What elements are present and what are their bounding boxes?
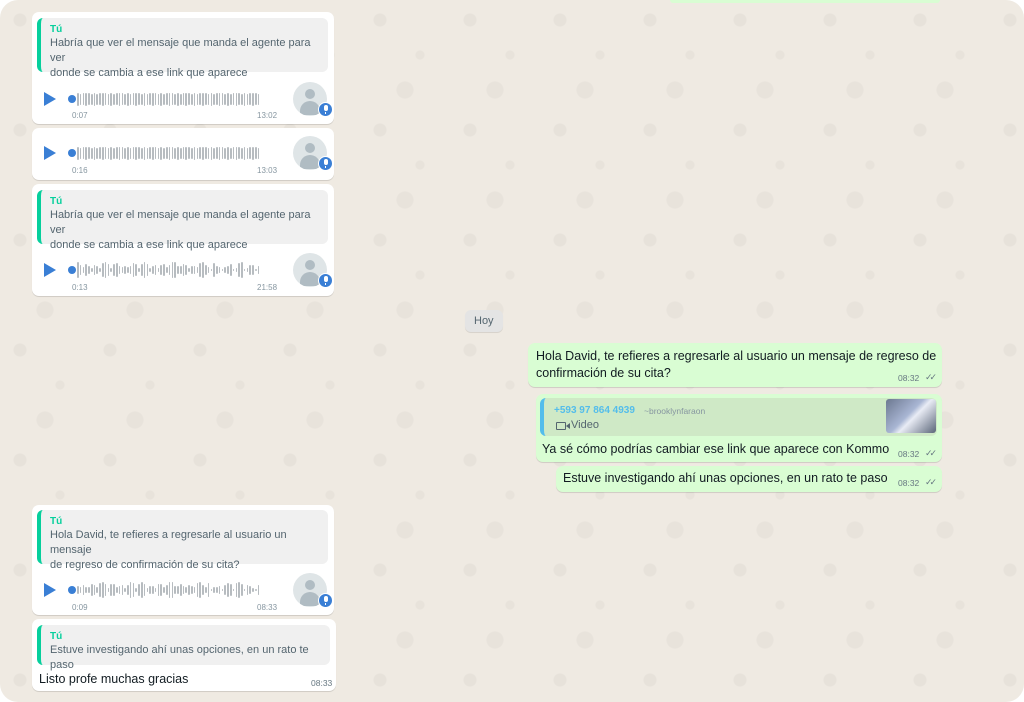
mic-icon xyxy=(318,156,333,171)
message-text: Listo profe muchas gracias xyxy=(39,672,189,686)
message-time: 08:32 xyxy=(898,449,920,459)
quote-author: Tú xyxy=(50,196,63,207)
quoted-message[interactable]: Tú Habría que ver el mensaje que manda e… xyxy=(37,18,328,79)
video-thumbnail[interactable] xyxy=(886,399,936,433)
playback-scrubber[interactable] xyxy=(68,95,76,103)
quote-text: Habría que ver el mensaje que manda el a… xyxy=(50,209,311,236)
mic-icon xyxy=(318,102,333,117)
quote-text: donde se cambia a ese link que aparece xyxy=(50,67,248,79)
incoming-voice-message[interactable]: Tú Habría que ver el mensaje que manda e… xyxy=(32,12,334,124)
quoted-message[interactable]: Tú Hola David, te refieres a regresarle … xyxy=(37,510,328,571)
quote-text: Hola David, te refieres a regresarle al … xyxy=(50,529,287,556)
message-text: Ya sé cómo podrías cambiar ese link que … xyxy=(542,442,890,456)
message-time: 08:32 xyxy=(898,478,920,488)
audio-duration: 0:16 xyxy=(72,166,88,175)
quote-text: Estuve investigando ahí unas opciones, e… xyxy=(50,644,309,671)
incoming-voice-message[interactable]: Tú Hola David, te refieres a regresarle … xyxy=(32,505,334,615)
message-time: 08:33 xyxy=(257,603,278,612)
read-receipt-icon: ✓✓ xyxy=(925,477,937,487)
audio-waveform[interactable] xyxy=(77,581,260,599)
audio-waveform[interactable] xyxy=(77,144,260,162)
playback-scrubber[interactable] xyxy=(68,266,76,274)
audio-waveform[interactable] xyxy=(77,90,260,108)
outgoing-message[interactable]: Hola David, te refieres a regresarle al … xyxy=(528,343,942,387)
quoted-video-message[interactable]: +593 97 864 4939 ~brooklynfaraon Video xyxy=(540,398,937,436)
quote-phone: +593 97 864 4939 xyxy=(554,405,635,416)
quote-media-label: Video xyxy=(571,419,599,431)
day-separator: Hoy xyxy=(465,310,503,332)
quote-author: Tú xyxy=(50,631,63,642)
read-receipt-icon: ✓✓ xyxy=(925,448,937,458)
play-icon[interactable] xyxy=(44,263,56,277)
audio-duration: 0:13 xyxy=(72,283,88,292)
play-icon[interactable] xyxy=(44,146,56,160)
incoming-voice-message[interactable]: Tú Habría que ver el mensaje que manda e… xyxy=(32,184,334,296)
playback-scrubber[interactable] xyxy=(68,149,76,157)
audio-waveform[interactable] xyxy=(77,261,260,279)
quote-text: Habría que ver el mensaje que manda el a… xyxy=(50,37,311,64)
outgoing-message[interactable]: Estuve investigando ahí unas opciones, e… xyxy=(556,466,942,492)
incoming-text-message[interactable]: Tú Estuve investigando ahí unas opciones… xyxy=(32,619,336,691)
quote-text: donde se cambia a ese link que aparece xyxy=(50,239,248,251)
message-time: 13:03 xyxy=(257,166,278,175)
playback-scrubber[interactable] xyxy=(68,586,76,594)
video-icon xyxy=(556,422,570,430)
mic-icon xyxy=(318,593,333,608)
quoted-message[interactable]: Tú Habría que ver el mensaje que manda e… xyxy=(37,190,328,251)
quote-author: Tú xyxy=(50,516,63,527)
outgoing-message[interactable]: +593 97 864 4939 ~brooklynfaraon Video Y… xyxy=(536,394,942,462)
mic-icon xyxy=(318,273,333,288)
message-time: 08:33 xyxy=(311,678,333,688)
incoming-voice-message[interactable]: 0:16 13:03 xyxy=(32,128,334,180)
message-text: Hola David, te refieres a regresarle al … xyxy=(536,349,937,363)
message-time: 21:58 xyxy=(257,283,278,292)
audio-duration: 0:09 xyxy=(72,603,88,612)
message-text: Estuve investigando ahí unas opciones, e… xyxy=(563,471,888,485)
audio-duration: 0:07 xyxy=(72,111,88,120)
previous-message-edge xyxy=(670,0,940,3)
quote-author: Tú xyxy=(50,24,63,35)
message-time: 08:32 xyxy=(898,373,920,383)
play-icon[interactable] xyxy=(44,92,56,106)
read-receipt-icon: ✓✓ xyxy=(925,372,937,382)
play-icon[interactable] xyxy=(44,583,56,597)
quote-text: de regreso de confirmación de su cita? xyxy=(50,559,240,571)
quote-handle: ~brooklynfaraon xyxy=(644,406,706,416)
quoted-message[interactable]: Tú Estuve investigando ahí unas opciones… xyxy=(37,625,330,671)
message-time: 13:02 xyxy=(257,111,278,120)
message-text: confirmación de su cita? xyxy=(536,366,671,380)
